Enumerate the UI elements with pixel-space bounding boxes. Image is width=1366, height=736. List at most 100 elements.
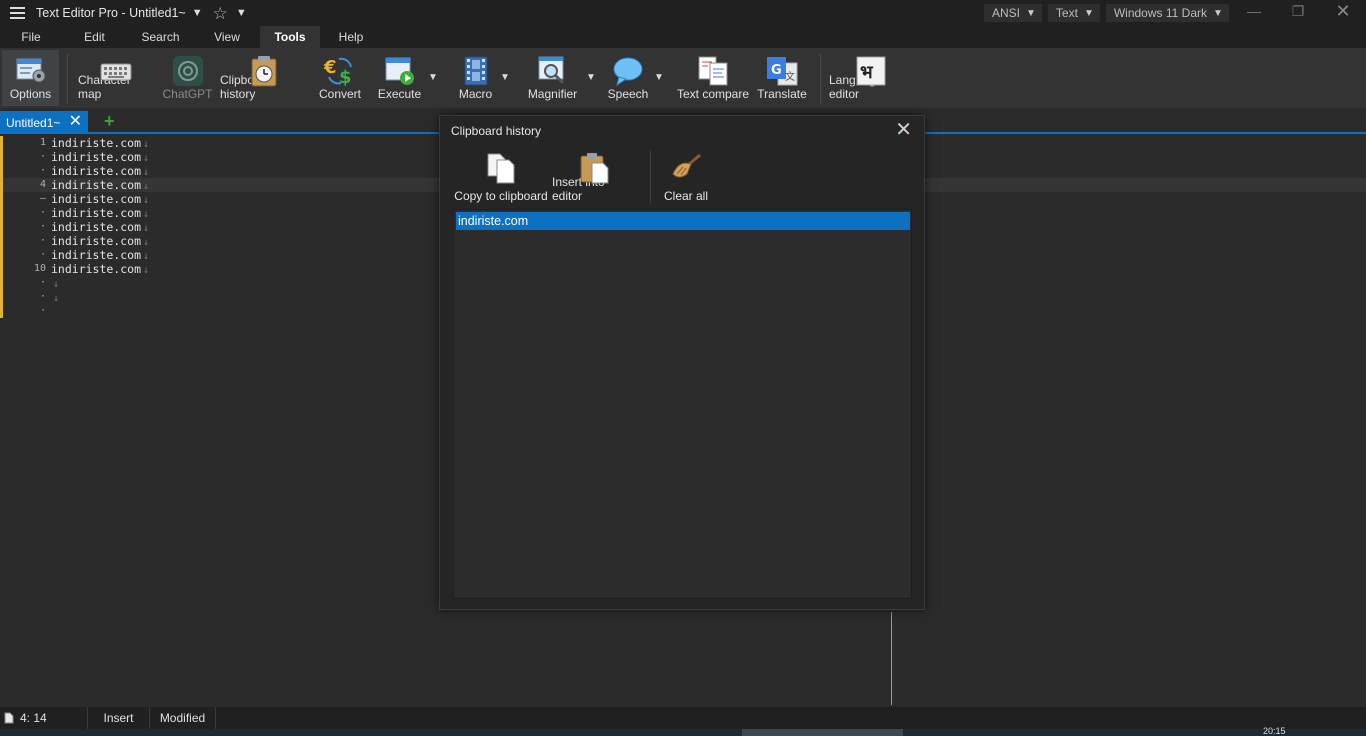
text-compare-icon (696, 55, 730, 87)
line-number: · (39, 165, 46, 176)
line-break-arrow-icon: ↓ (143, 265, 150, 276)
film-macro-icon (459, 55, 493, 87)
svg-text:文: 文 (785, 70, 795, 83)
character-map-button[interactable]: Character map (78, 50, 154, 106)
line-break-arrow-icon: ↓ (143, 153, 150, 164)
translate-button[interactable]: G文 Translate (756, 50, 808, 106)
language-editor-icon: भ (854, 55, 888, 87)
menu-edit[interactable]: Edit (62, 26, 127, 48)
minimize-button[interactable]: — (1231, 0, 1277, 22)
menu-help[interactable]: Help (320, 26, 382, 48)
svg-text:G: G (771, 63, 782, 78)
line-number: 4 (39, 179, 46, 190)
new-tab-plus-icon[interactable]: + (104, 112, 115, 130)
tab-untitled1[interactable]: Untitled1~ ✕ (0, 111, 88, 134)
title-bar: Text Editor Pro - Untitled1~ ▼ ☆ ▼ ANSI ▼… (0, 0, 1366, 26)
magnifier-button[interactable]: Magnifier (525, 50, 580, 106)
taskbar-clock: 20:15 (1263, 726, 1286, 736)
clear-all-button[interactable]: Clear all (660, 150, 712, 204)
speech-button[interactable]: Speech (604, 50, 652, 106)
copy-icon (484, 152, 518, 187)
magnifier-dropdown-icon[interactable]: ▼ (586, 72, 596, 83)
line-break-arrow-icon: ↓ (143, 181, 150, 192)
line-break-arrow-icon: ↓ (143, 167, 150, 178)
star-icon[interactable]: ☆ (213, 5, 228, 22)
close-dialog-icon[interactable]: ✕ (895, 117, 912, 142)
copy-to-clipboard-button[interactable]: Copy to clipboard (454, 150, 548, 204)
editor-line[interactable]: · indiriste.com ↓ (0, 248, 400, 262)
encoding-select[interactable]: ANSI ▼ (984, 4, 1042, 22)
dialog-title: Clipboard history (451, 124, 542, 138)
chatgpt-button[interactable]: ChatGPT (160, 50, 215, 106)
menu-tools[interactable]: Tools (260, 26, 320, 48)
ribbon-separator (67, 54, 68, 104)
speech-dropdown-icon[interactable]: ▼ (654, 72, 664, 83)
macro-button[interactable]: Macro (452, 50, 499, 106)
chatgpt-icon (171, 55, 205, 87)
line-number: · (39, 235, 46, 246)
editor-line[interactable]: 10 indiriste.com ↓ (0, 262, 400, 276)
close-tab-icon[interactable]: ✕ (69, 114, 82, 130)
maximize-button[interactable]: ❐ (1275, 0, 1321, 22)
editor-line[interactable]: · indiriste.com ↓ (0, 220, 400, 234)
editor-line[interactable]: · ↓ (0, 290, 400, 304)
status-bar: 4: 14 Insert Modified (0, 707, 1366, 729)
convert-button[interactable]: € $ Convert (314, 50, 366, 106)
chevron-down-icon: ▼ (1212, 7, 1223, 19)
line-number: · (39, 151, 46, 162)
language-editor-button[interactable]: भ Language editor (829, 50, 913, 106)
editor-line[interactable]: · ↓ (0, 276, 400, 290)
close-window-button[interactable]: ✕ (1320, 0, 1366, 22)
line-break-arrow-icon: ↓ (143, 209, 150, 220)
line-break-arrow-icon: ↓ (53, 293, 60, 304)
editor-line[interactable]: 1 indiriste.com ↓ (0, 136, 400, 150)
line-break-arrow-icon: ↓ (143, 251, 150, 262)
macro-dropdown-icon[interactable]: ▼ (500, 72, 510, 83)
document-icon (4, 712, 14, 724)
editor-line[interactable]: · (0, 304, 400, 318)
clipboard-history-button[interactable]: Clipboard history (220, 50, 308, 106)
taskbar-active-item[interactable] (742, 729, 903, 736)
currency-convert-icon: € $ (323, 55, 357, 87)
speech-bubble-icon (611, 55, 645, 87)
clipboard-clock-icon (247, 55, 281, 87)
options-icon (14, 55, 48, 87)
right-margin-line (891, 612, 892, 705)
line-number: · (39, 221, 46, 232)
editor-line[interactable]: 4 indiriste.com ↓ (0, 178, 400, 192)
insert-into-editor-button[interactable]: Insert into editor (552, 150, 638, 204)
editor-line[interactable]: – indiriste.com ↓ (0, 192, 400, 206)
status-mode[interactable]: Insert (88, 707, 150, 729)
text-compare-button[interactable]: Text compare (676, 50, 750, 106)
execute-button[interactable]: Execute (372, 50, 427, 106)
line-break-arrow-icon: ↓ (53, 279, 60, 290)
line-break-arrow-icon: ↓ (143, 139, 150, 150)
magnifier-icon (536, 55, 570, 87)
chevron-down-icon[interactable]: ▼ (192, 7, 203, 19)
taskbar-strip: 20:15 (0, 726, 1366, 736)
hamburger-menu-icon[interactable] (0, 0, 34, 26)
editor-line[interactable]: · indiriste.com ↓ (0, 150, 400, 164)
editor-line[interactable]: · indiriste.com ↓ (0, 234, 400, 248)
highlighter-select[interactable]: Text ▼ (1047, 4, 1100, 22)
chevron-down-icon[interactable]: ▼ (236, 7, 247, 19)
chevron-down-icon: ▼ (1083, 7, 1094, 19)
menu-file[interactable]: File (0, 26, 62, 48)
menu-view[interactable]: View (194, 26, 260, 48)
list-item[interactable]: indiriste.com (456, 212, 910, 230)
execute-dropdown-icon[interactable]: ▼ (428, 72, 438, 83)
execute-window-icon (383, 55, 417, 87)
translate-icon: G文 (765, 55, 799, 87)
editor-line[interactable]: · indiriste.com ↓ (0, 164, 400, 178)
clipboard-history-list[interactable]: indiriste.com (453, 209, 912, 599)
broom-icon (669, 152, 703, 185)
keyboard-icon (99, 55, 133, 87)
menu-search[interactable]: Search (127, 26, 194, 48)
line-number: – (39, 193, 46, 204)
options-button[interactable]: Options (2, 50, 59, 106)
editor-line[interactable]: · indiriste.com ↓ (0, 206, 400, 220)
line-number: 10 (33, 263, 46, 274)
theme-select[interactable]: Windows 11 Dark ▼ (1105, 4, 1229, 22)
status-modified: Modified (150, 707, 216, 729)
line-number: · (39, 305, 46, 316)
